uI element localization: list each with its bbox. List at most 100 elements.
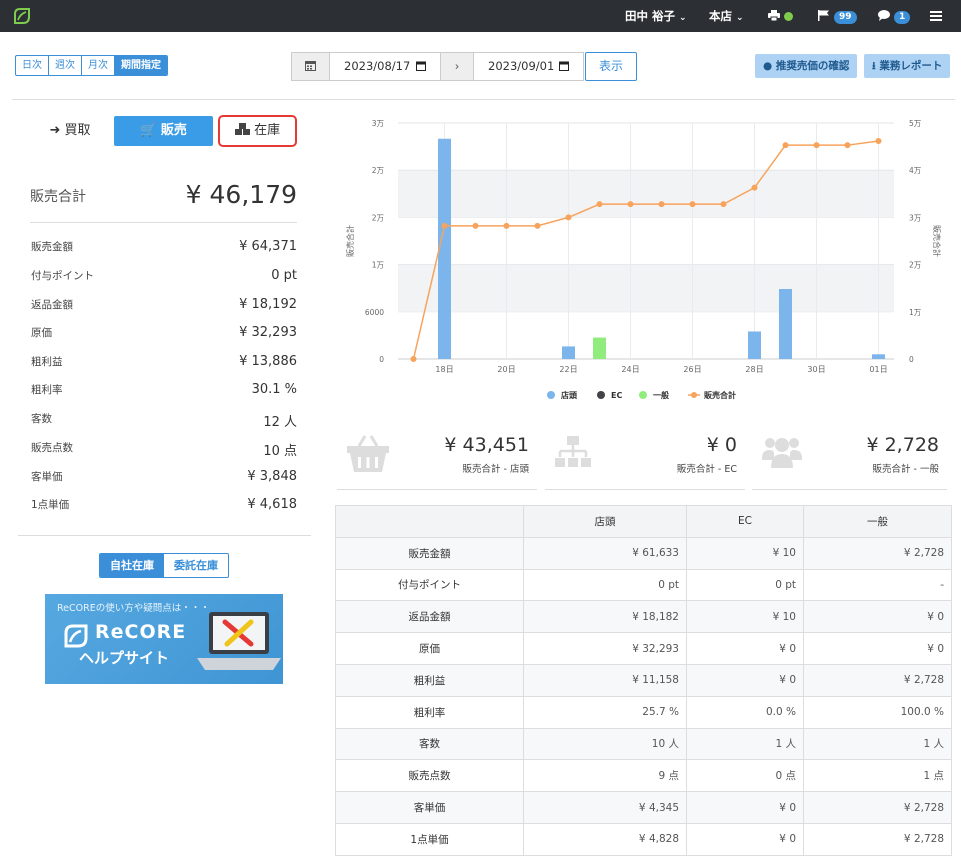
show-button[interactable]: 表示 <box>585 52 637 81</box>
chart-line-point <box>627 201 634 208</box>
table-row-label: 付与ポイント <box>335 568 524 602</box>
chart-line-point <box>813 142 820 149</box>
table-cell: 1 点 <box>803 759 952 793</box>
table-cell: 1 人 <box>686 727 804 761</box>
legend-marker <box>639 391 647 399</box>
period-daily-button[interactable]: 日次 <box>16 56 48 75</box>
table-cell: 0.0 % <box>686 695 804 729</box>
x-tick-label: 24日 <box>621 365 639 374</box>
table-cell: ¥ 0 <box>686 632 804 665</box>
stat-value: ¥ 3,848 <box>247 469 297 484</box>
table-cell: ¥ 2,728 <box>803 663 952 697</box>
period-selector: 日次 週次 月次 期間指定 <box>15 55 168 76</box>
stat-row: 付与ポイント 0 pt <box>30 268 297 296</box>
sitemap-icon <box>555 436 591 467</box>
business-report-button[interactable]: ⭳ 業務レポート <box>864 54 951 78</box>
tab-buy-label: 買取 <box>64 123 91 138</box>
stat-row: 返品金額 ¥ 18,192 <box>30 297 297 325</box>
flag-count-badge: 99 <box>834 11 857 24</box>
banner-brand: ReCORE <box>95 621 187 643</box>
y-right-tick-label: 0 <box>909 355 914 364</box>
y-left-tick-label: 6000 <box>365 308 384 317</box>
help-site-banner[interactable]: ReCOREの使い方や疑問点は・・・ ReCORE ヘルプサイト <box>45 594 283 684</box>
table-row-label: 1点単価 <box>335 822 524 856</box>
chart-line-point <box>503 222 510 229</box>
table-cell: ¥ 0 <box>686 663 804 697</box>
stat-label: 客数 <box>31 413 52 425</box>
period-weekly-button[interactable]: 週次 <box>48 56 81 75</box>
stat-value: 12 人 <box>263 415 297 430</box>
x-tick-label: 22日 <box>559 365 577 374</box>
table-cell: ¥ 10 <box>686 536 804 570</box>
recommend-price-button[interactable]: ● 推奨売価の確認 <box>755 54 858 78</box>
stat-label: 原価 <box>31 327 52 339</box>
chart-line-point <box>441 222 448 229</box>
chart-bar <box>562 346 575 359</box>
chart-bar <box>779 288 792 359</box>
table-cell: ¥ 0 <box>803 632 952 665</box>
recore-logo-icon[interactable] <box>12 6 32 26</box>
period-range-button[interactable]: 期間指定 <box>114 56 167 75</box>
period-monthly-button[interactable]: 月次 <box>81 56 114 75</box>
stat-label: 返品金額 <box>31 299 73 311</box>
message-count-badge: 1 <box>894 11 911 24</box>
consignment-stock-button[interactable]: 委託在庫 <box>164 554 228 577</box>
tab-stock[interactable]: 在庫 <box>218 115 297 147</box>
table-cell: 1 人 <box>803 727 952 761</box>
summary-box-general: ¥ 2,728 販売合計 - 一般 <box>752 428 947 490</box>
chart-line-point <box>534 222 541 229</box>
y-left-tick-label: 2万 <box>372 213 385 222</box>
y-right-tick-label: 4万 <box>909 166 922 175</box>
chart-line-point <box>410 356 417 362</box>
basket-icon <box>347 435 389 472</box>
stat-value: ¥ 64,371 <box>239 239 297 254</box>
table-cell: ¥ 61,633 <box>523 536 687 570</box>
y-right-tick-label: 1万 <box>909 308 922 317</box>
legend-marker <box>547 391 555 399</box>
table-header: 店頭 <box>523 505 687 538</box>
stat-value: 10 点 <box>263 444 297 459</box>
chart-bar <box>748 331 761 359</box>
y-right-tick-label: 2万 <box>909 261 922 270</box>
laptop-tools-icon <box>197 612 281 670</box>
date-to-input[interactable]: 2023/09/01 <box>473 52 584 81</box>
tab-sell[interactable]: 🛒 販売 <box>114 116 213 146</box>
date-range-separator: › <box>440 52 474 81</box>
calendar-picker-icon[interactable] <box>416 61 426 71</box>
divider <box>30 222 297 223</box>
stat-label: 1点単価 <box>31 499 70 511</box>
date-from-input[interactable]: 2023/08/17 <box>329 52 441 81</box>
messages[interactable]: 1 <box>878 0 911 32</box>
user-menu[interactable]: 田中 裕子 ⌄ <box>625 0 687 32</box>
table-cell: 25.7 % <box>523 695 687 729</box>
table-header <box>335 505 524 538</box>
tab-buy[interactable]: ➜ 買取 <box>30 116 110 146</box>
legend-label: 一般 <box>653 390 669 400</box>
table-cell: 0 pt <box>686 568 804 602</box>
table-row-label: 粗利率 <box>335 695 524 729</box>
table-cell: 9 点 <box>523 759 687 793</box>
calendar-icon <box>305 61 316 71</box>
own-stock-button[interactable]: 自社在庫 <box>100 554 164 577</box>
table-cell: ¥ 11,158 <box>523 663 687 697</box>
chart-line-point <box>875 138 882 145</box>
y-left-axis-title: 販売合計 <box>345 225 355 257</box>
table-row-label: 粗利益 <box>335 663 524 697</box>
printer-status[interactable] <box>768 0 794 32</box>
stat-label: 粗利益 <box>31 356 63 368</box>
summary-label: 販売合計 - 店頭 <box>462 464 529 475</box>
stat-label: 付与ポイント <box>31 270 94 282</box>
summary-value: ¥ 43,451 <box>444 434 529 456</box>
table-header: 一般 <box>803 505 952 538</box>
notifications-flag[interactable]: 99 <box>818 0 857 32</box>
calendar-picker-icon[interactable] <box>559 61 569 71</box>
stat-row: 原価 ¥ 32,293 <box>30 325 297 353</box>
stat-row: 1点単価 ¥ 4,618 <box>30 497 297 525</box>
table-header-row: 店頭 EC 一般 <box>335 505 952 538</box>
table-cell: 10 人 <box>523 727 687 761</box>
store-menu[interactable]: 本店 ⌄ <box>709 0 744 32</box>
hamburger-menu[interactable] <box>930 0 942 32</box>
download-icon: ⭳ <box>872 60 876 72</box>
table-cell: ¥ 4,345 <box>523 791 687 824</box>
summary-value: ¥ 2,728 <box>866 434 939 456</box>
